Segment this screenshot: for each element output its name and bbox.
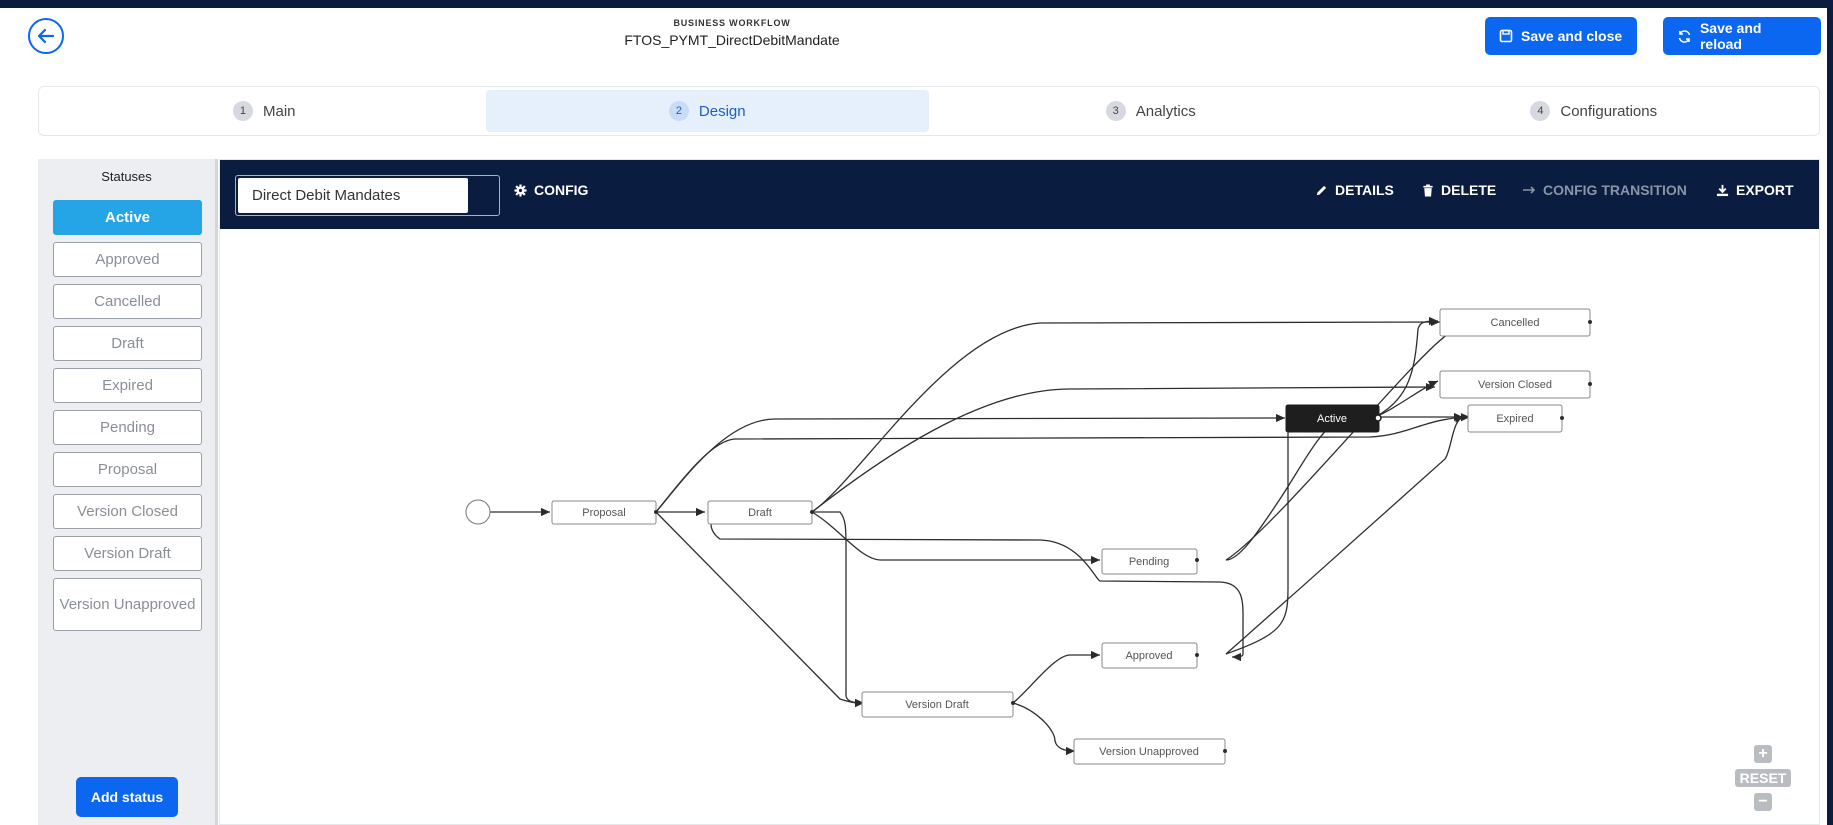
tab-label: Main	[262, 102, 296, 120]
node-label-version-unapproved: Version Unapproved	[1099, 746, 1199, 758]
node-label-draft: Draft	[748, 507, 772, 519]
app-frame: BUSINESS WORKFLOW FTOS_PYMT_DirectDebitM…	[0, 8, 1827, 825]
node-label-pending: Pending	[1129, 556, 1169, 568]
export-button[interactable]: EXPORT	[1716, 182, 1794, 198]
tab-number: 2	[668, 101, 689, 121]
node-label-approved: Approved	[1125, 650, 1172, 662]
status-item-approved[interactable]: Approved	[53, 242, 202, 277]
page-title: FTOS_PYMT_DirectDebitMandate	[624, 32, 840, 48]
node-active[interactable]: Active	[1285, 404, 1380, 433]
header-kicker: BUSINESS WORKFLOW	[673, 18, 791, 28]
status-nodes: Proposal Draft Pending Approved Version …	[551, 308, 1591, 765]
details-label: DETAILS	[1335, 182, 1394, 198]
details-button[interactable]: DETAILS	[1315, 182, 1394, 198]
arrow-right-icon	[1523, 186, 1536, 194]
save-and-reload-button[interactable]: Save and reload	[1663, 17, 1821, 55]
save-and-close-label: Save and close	[1521, 28, 1623, 44]
tab-number: 3	[1105, 101, 1126, 121]
zoom-controls: + RESET −	[1735, 745, 1791, 811]
edge-pending-cancelled[interactable]	[1225, 332, 1451, 561]
status-item-cancelled[interactable]: Cancelled	[53, 284, 202, 319]
workflow-name-box	[235, 175, 500, 216]
step-tabs: 1 Main 2 Design 3 Analytics 4 Configurat…	[38, 86, 1820, 136]
workflow-editor: CONFIG DETAILS DELETE CON	[219, 159, 1820, 825]
arrow-left-icon	[37, 28, 55, 44]
edge-pending-active[interactable]	[1225, 418, 1341, 561]
back-button[interactable]	[28, 18, 64, 54]
pencil-icon	[1316, 185, 1327, 195]
delete-label: DELETE	[1441, 182, 1497, 198]
active-output-port[interactable]	[1374, 414, 1382, 422]
editor-toolbar: CONFIG DETAILS DELETE CON	[220, 160, 1819, 229]
delete-button[interactable]: DELETE	[1422, 182, 1496, 198]
edge-version-draft-approved[interactable]	[1012, 650, 1100, 704]
edge-approved-active[interactable]	[1225, 413, 1301, 655]
edge-version-draft-version-unapproved[interactable]	[1012, 702, 1076, 756]
start-node[interactable]	[465, 499, 491, 525]
tab-analytics[interactable]: 3 Analytics	[929, 90, 1373, 132]
node-version-unapproved[interactable]: Version Unapproved	[1073, 738, 1226, 765]
reload-icon	[1678, 29, 1691, 43]
tab-number: 4	[1530, 101, 1551, 121]
status-item-proposal[interactable]: Proposal	[53, 452, 202, 487]
node-label-expired: Expired	[1496, 413, 1533, 425]
status-item-version-draft[interactable]: Version Draft	[53, 536, 202, 571]
tab-main[interactable]: 1 Main	[43, 90, 486, 132]
gear-icon	[514, 183, 527, 197]
zoom-out-button[interactable]: −	[1754, 793, 1772, 811]
status-item-expired[interactable]: Expired	[53, 368, 202, 403]
node-version-draft[interactable]: Version Draft	[861, 691, 1014, 718]
status-list: Active Approved Cancelled Draft Expired …	[53, 200, 202, 638]
status-item-version-closed[interactable]: Version Closed	[53, 494, 202, 529]
reset-zoom-button[interactable]: RESET	[1735, 769, 1791, 787]
trash-icon	[1423, 183, 1433, 197]
edge-draft-pending[interactable]	[811, 511, 1100, 565]
workflow-canvas[interactable]: Proposal Draft Pending Approved Version …	[220, 229, 1819, 824]
tab-label: Analytics	[1135, 102, 1196, 120]
node-pending[interactable]: Pending	[1101, 548, 1198, 575]
node-cancelled[interactable]: Cancelled	[1439, 308, 1591, 337]
sidebar-title: Statuses	[101, 169, 152, 184]
node-version-closed[interactable]: Version Closed	[1439, 370, 1591, 399]
edge-draft-version-draft[interactable]	[812, 511, 865, 708]
tab-label: Design	[698, 102, 746, 120]
download-icon	[1716, 184, 1729, 196]
status-item-draft[interactable]: Draft	[53, 326, 202, 361]
node-label-proposal: Proposal	[582, 507, 625, 519]
edge-active-cancelled[interactable]	[1374, 316, 1439, 418]
config-transition-button[interactable]: CONFIG TRANSITION	[1522, 182, 1687, 198]
edge-draft-loop[interactable]	[710, 511, 1244, 662]
node-label-version-closed: Version Closed	[1478, 379, 1552, 391]
config-label: CONFIG	[534, 182, 589, 198]
config-transition-label: CONFIG TRANSITION	[1543, 182, 1687, 198]
node-approved[interactable]: Approved	[1101, 642, 1198, 669]
add-status-button[interactable]: Add status	[76, 777, 178, 817]
page-header: BUSINESS WORKFLOW FTOS_PYMT_DirectDebitM…	[560, 18, 904, 48]
status-item-pending[interactable]: Pending	[53, 410, 202, 445]
node-proposal[interactable]: Proposal	[551, 500, 657, 525]
statuses-sidebar: Statuses Active Approved Cancelled Draft…	[38, 159, 218, 825]
zoom-in-button[interactable]: +	[1754, 745, 1772, 763]
tab-configurations[interactable]: 4 Configurations	[1373, 90, 1816, 132]
edge-proposal-active[interactable]	[655, 413, 1286, 513]
export-label: EXPORT	[1736, 182, 1794, 198]
config-button[interactable]: CONFIG	[514, 182, 588, 198]
save-and-close-button[interactable]: Save and close	[1485, 17, 1637, 55]
status-item-active[interactable]: Active	[53, 200, 202, 235]
tab-design[interactable]: 2 Design	[485, 90, 929, 132]
node-label-active: Active	[1317, 413, 1347, 425]
tab-label: Configurations	[1560, 102, 1658, 120]
transition-edges	[478, 316, 1471, 756]
save-icon	[1499, 29, 1513, 43]
node-draft[interactable]: Draft	[707, 500, 813, 525]
save-and-reload-label: Save and reload	[1699, 20, 1762, 52]
node-label-cancelled: Cancelled	[1491, 317, 1540, 329]
edge-approved-expired[interactable]	[1225, 414, 1465, 655]
status-item-version-unapproved[interactable]: Version Unapproved	[53, 578, 202, 631]
node-expired[interactable]: Expired	[1467, 404, 1563, 433]
tab-number: 1	[232, 101, 253, 121]
node-label-version-draft: Version Draft	[905, 699, 969, 711]
edge-proposal-version-draft[interactable]	[655, 511, 865, 708]
workflow-name-input[interactable]	[238, 178, 468, 213]
